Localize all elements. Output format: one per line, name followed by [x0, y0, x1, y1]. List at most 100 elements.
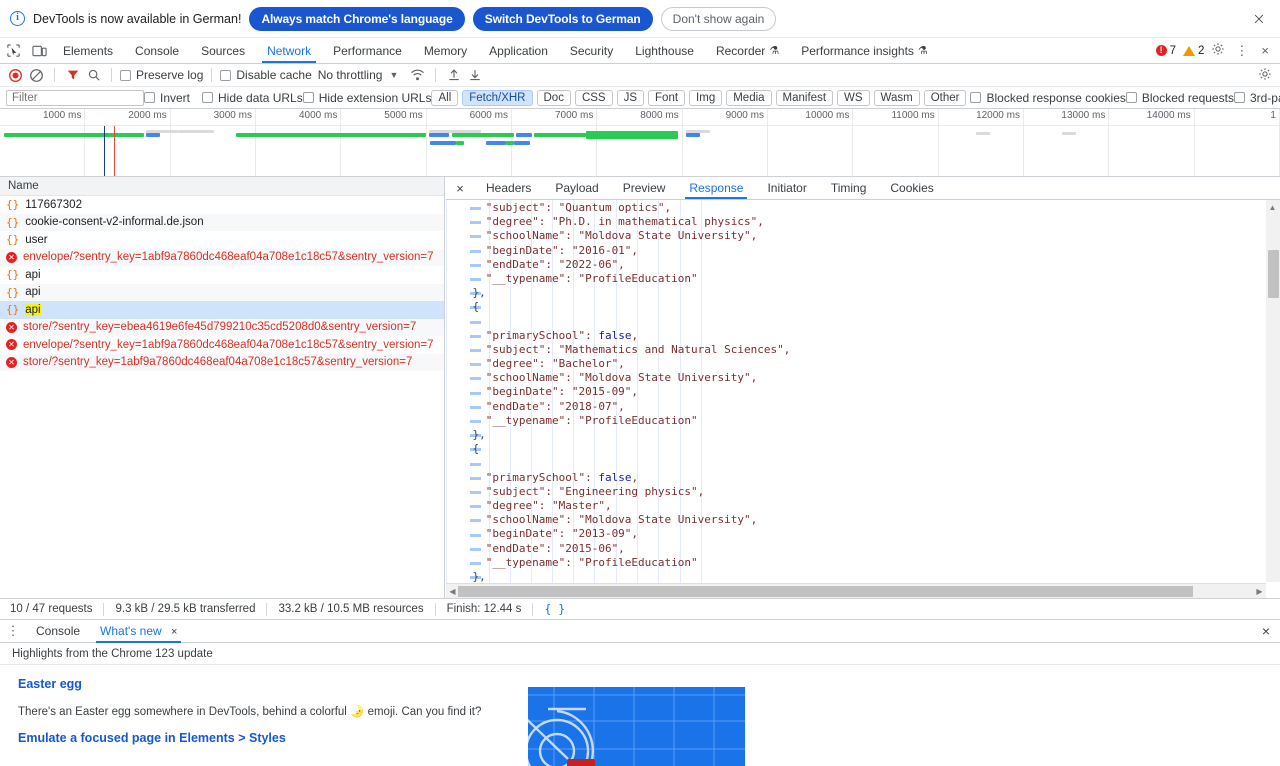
network-settings-gear-icon[interactable]: [1258, 67, 1272, 84]
blocked-requests-checkbox[interactable]: Blocked requests: [1125, 91, 1234, 105]
requests-column-header[interactable]: Name: [0, 177, 444, 196]
tab-performance[interactable]: Performance: [322, 38, 413, 63]
tab-label: Console: [135, 43, 180, 58]
scrollbar-thumb[interactable]: [1268, 250, 1279, 298]
switch-devtools-language-button[interactable]: Switch DevTools to German: [472, 6, 653, 31]
close-icon[interactable]: ×: [1250, 9, 1268, 28]
network-conditions-icon[interactable]: [408, 66, 427, 85]
filter-type-img[interactable]: Img: [689, 89, 723, 106]
tab-label: Recorder: [715, 43, 766, 58]
error-icon: ✕: [6, 356, 17, 368]
device-toolbar-icon[interactable]: [26, 38, 52, 63]
table-row[interactable]: ✕ envelope/?sentry_key=1abf9a7860dc468eaf…: [0, 336, 444, 354]
response-body-pane[interactable]: "subject": "Quantum optics", "degree": "…: [446, 200, 1280, 598]
drawer-tab-console[interactable]: Console: [26, 620, 90, 642]
tab-application[interactable]: Application: [478, 38, 559, 63]
filter-type-js[interactable]: JS: [616, 89, 645, 106]
request-list[interactable]: {} 117667302 {} cookie-consent-v2-informal.…: [0, 196, 444, 371]
tab-lighthouse[interactable]: Lighthouse: [624, 38, 705, 63]
filter-type-doc[interactable]: Doc: [536, 89, 571, 106]
kebab-menu-icon[interactable]: ⋮: [1232, 43, 1251, 59]
close-icon[interactable]: ×: [1258, 43, 1272, 58]
table-row[interactable]: {} api: [0, 301, 444, 319]
tab-memory[interactable]: Memory: [413, 38, 478, 63]
network-overview-timeline[interactable]: 1000 ms 2000 ms 3000 ms 4000 ms 5000 ms 6000 …: [0, 109, 1280, 177]
filter-type-font[interactable]: Font: [648, 89, 686, 106]
close-detail-icon[interactable]: ×: [446, 181, 474, 196]
warning-count-badge[interactable]: 2: [1183, 45, 1204, 57]
tab-sources[interactable]: Sources: [190, 38, 256, 63]
code-line: {: [446, 442, 480, 456]
export-har-icon[interactable]: [465, 66, 484, 85]
drawer-close-icon[interactable]: ×: [1262, 624, 1270, 638]
table-row[interactable]: ✕ envelope/?sentry_key=1abf9a7860dc468eaf…: [0, 248, 444, 266]
detail-tab-headers[interactable]: Headers: [474, 177, 543, 199]
throttling-select[interactable]: No throttling: [318, 68, 383, 82]
moon-emoji-icon: 🌛: [350, 706, 365, 718]
detail-tab-initiator[interactable]: Initiator: [755, 177, 818, 199]
detail-tab-timing[interactable]: Timing: [819, 177, 879, 199]
third-party-requests-checkbox[interactable]: 3rd-party requests: [1233, 91, 1280, 105]
detail-tab-payload[interactable]: Payload: [543, 177, 610, 199]
hide-data-urls-checkbox[interactable]: Hide data URLs: [202, 91, 303, 105]
disable-cache-checkbox[interactable]: Disable cache: [220, 68, 312, 82]
filter-input[interactable]: [6, 89, 144, 106]
clear-icon[interactable]: [27, 66, 46, 85]
invert-checkbox[interactable]: Invert: [144, 91, 190, 105]
close-icon[interactable]: ×: [171, 626, 177, 638]
funnel-icon[interactable]: [63, 66, 82, 85]
scrollbar-thumb[interactable]: [458, 586, 1193, 597]
table-row[interactable]: {} api: [0, 266, 444, 284]
gear-icon[interactable]: [1211, 42, 1225, 59]
checkbox-box: [202, 92, 214, 103]
dont-show-again-button[interactable]: Don't show again: [660, 6, 777, 31]
table-row[interactable]: {} api: [0, 283, 444, 301]
filter-type-other[interactable]: Other: [923, 89, 967, 106]
filter-type-wasm[interactable]: Wasm: [873, 89, 920, 106]
filter-type-css[interactable]: CSS: [574, 89, 613, 106]
record-button[interactable]: [6, 66, 25, 85]
scroll-right-arrow-icon[interactable]: ▶: [1254, 586, 1265, 597]
filter-type-manifest[interactable]: Manifest: [775, 89, 834, 106]
whats-new-subtitle: Highlights from the Chrome 123 update: [0, 643, 1280, 665]
tab-recorder[interactable]: Recorder ⚗: [705, 38, 790, 63]
hide-extension-urls-checkbox[interactable]: Hide extension URLs: [302, 91, 431, 105]
always-match-language-button[interactable]: Always match Chrome's language: [249, 6, 465, 31]
filter-type-ws[interactable]: WS: [837, 89, 870, 106]
network-toolbar: Preserve log Disable cache No throttling…: [0, 64, 1280, 87]
response-json-code[interactable]: "subject": "Quantum optics", "degree": "…: [446, 200, 1266, 582]
tab-network[interactable]: Network: [256, 38, 322, 63]
kebab-menu-icon[interactable]: ⋮: [0, 623, 26, 639]
network-split-view: Name {} 117667302 {} cookie-consent-v2-info…: [0, 177, 1280, 598]
pretty-print-icon[interactable]: { }: [533, 602, 576, 616]
table-row[interactable]: {} 117667302: [0, 196, 444, 214]
scroll-left-arrow-icon[interactable]: ◀: [447, 586, 458, 597]
import-har-icon[interactable]: [444, 66, 463, 85]
preserve-log-checkbox[interactable]: Preserve log: [120, 68, 203, 82]
drawer-tab-whats-new[interactable]: What's new ×: [90, 620, 187, 643]
response-horizontal-scrollbar[interactable]: ◀ ▶: [446, 583, 1266, 598]
search-icon[interactable]: [84, 66, 103, 85]
scroll-up-arrow-icon[interactable]: ▲: [1267, 202, 1278, 213]
error-count-badge[interactable]: ! 7: [1155, 45, 1176, 57]
tab-console[interactable]: Console: [124, 38, 190, 63]
filter-type-media[interactable]: Media: [726, 89, 772, 106]
filter-type-fetch-xhr[interactable]: Fetch/XHR: [462, 89, 533, 106]
table-row[interactable]: ✕ store/?sentry_key=1abf9a7860dc468eaf04a…: [0, 353, 444, 371]
detail-tab-response[interactable]: Response: [677, 177, 755, 199]
tab-elements[interactable]: Elements: [52, 38, 124, 63]
filter-type-all[interactable]: All: [431, 89, 459, 106]
blocked-response-cookies-checkbox[interactable]: Blocked response cookies: [970, 91, 1126, 105]
response-vertical-scrollbar[interactable]: ▲: [1266, 200, 1280, 582]
detail-tab-preview[interactable]: Preview: [611, 177, 678, 199]
table-row[interactable]: ✕ store/?sentry_key=ebea4619e6fe45d799210…: [0, 318, 444, 336]
drawer-tab-label: Console: [36, 624, 81, 638]
chevron-down-icon[interactable]: ▼: [389, 70, 398, 80]
tab-security[interactable]: Security: [559, 38, 624, 63]
table-row[interactable]: {} cookie-consent-v2-informal.de.json: [0, 213, 444, 231]
inspect-cursor-icon[interactable]: [0, 38, 26, 63]
tab-performance-insights[interactable]: Performance insights ⚗: [790, 38, 939, 63]
detail-tab-cookies[interactable]: Cookies: [878, 177, 945, 199]
table-row[interactable]: {} user: [0, 231, 444, 249]
